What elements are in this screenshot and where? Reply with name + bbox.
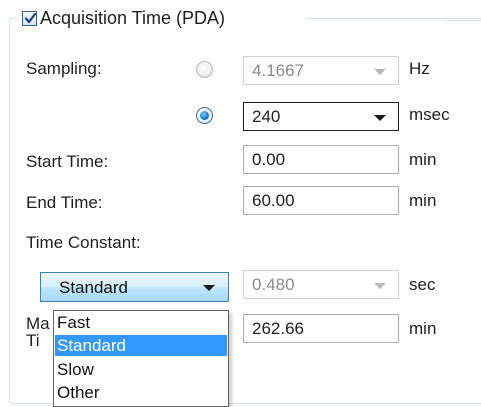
sampling-label: Sampling: — [26, 59, 102, 78]
end-time-label: End Time: — [26, 193, 103, 212]
sampling-msec-radio[interactable] — [196, 107, 213, 124]
chevron-down-icon — [374, 283, 386, 289]
end-time-value: 60.00 — [252, 191, 295, 210]
start-time-input[interactable]: 0.00 — [243, 145, 399, 174]
checkmark-icon — [24, 12, 37, 24]
dropdown-option-slow[interactable]: Slow — [55, 359, 227, 380]
max-time-unit: min — [409, 319, 437, 338]
time-constant-value-combo[interactable]: 0.480 — [243, 270, 399, 299]
time-constant-selected: Standard — [59, 278, 128, 297]
hz-unit-label: Hz — [409, 59, 430, 78]
sampling-hz-combo[interactable]: 4.1667 — [243, 56, 399, 85]
start-time-label: Start Time: — [26, 152, 109, 171]
time-constant-value: 0.480 — [252, 275, 295, 294]
acquisition-time-label: Acquisition Time (PDA) — [40, 8, 226, 28]
dropdown-option-standard[interactable]: Standard — [55, 335, 227, 356]
acquisition-time-checkbox[interactable] — [22, 11, 37, 26]
msec-unit-label: msec — [409, 105, 450, 124]
start-time-value: 0.00 — [252, 150, 286, 169]
end-time-input[interactable]: 60.00 — [243, 186, 399, 215]
time-constant-dropdown-list[interactable]: Fast Standard Slow Other — [53, 310, 229, 407]
end-time-unit: min — [409, 191, 437, 210]
max-time-input[interactable]: 262.66 — [243, 314, 399, 343]
top-divider-line — [446, 20, 481, 21]
chevron-down-icon — [374, 69, 386, 75]
max-time-value: 262.66 — [252, 319, 304, 338]
dropdown-option-other[interactable]: Other — [55, 382, 227, 403]
chevron-down-icon — [203, 285, 215, 291]
max-time-label-line1: Ma — [26, 314, 50, 333]
time-constant-label: Time Constant: — [26, 233, 141, 252]
start-time-unit: min — [409, 150, 437, 169]
dropdown-option-fast[interactable]: Fast — [55, 312, 227, 333]
sampling-msec-value: 240 — [252, 107, 281, 126]
radio-selected-dot-icon — [200, 111, 209, 120]
chevron-down-icon — [374, 115, 386, 121]
sampling-msec-combo[interactable]: 240 — [243, 102, 399, 131]
time-constant-unit: sec — [409, 275, 436, 294]
max-time-label-line2: Ti — [26, 331, 40, 350]
time-constant-combo[interactable]: Standard — [40, 272, 229, 302]
sampling-hz-radio[interactable] — [196, 61, 213, 78]
sampling-hz-value: 4.1667 — [252, 61, 304, 80]
